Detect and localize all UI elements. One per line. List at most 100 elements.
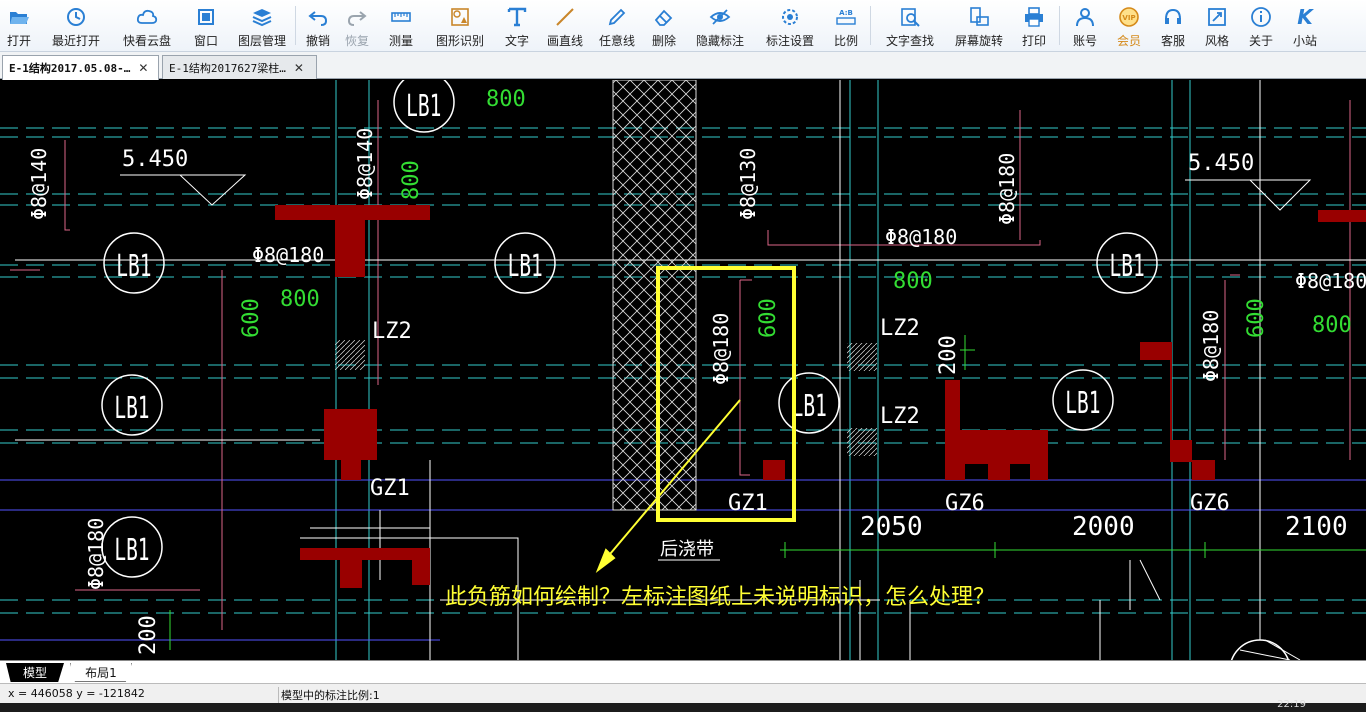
toolbar-button-label: 测量 (388, 34, 413, 48)
history-button[interactable]: 最近打开 (38, 0, 114, 51)
headset-button[interactable]: 客服 (1151, 0, 1195, 51)
document-tab-label: E-1结构2017.05.08-… (9, 62, 131, 75)
info-icon (1249, 5, 1273, 29)
toolbar-separator (870, 6, 871, 45)
site-k-button[interactable]: K 小站 (1283, 0, 1327, 51)
shape-recognize-button[interactable]: 图形识别 (425, 0, 495, 51)
screen-rotate-button[interactable]: 屏幕旋转 (946, 0, 1012, 51)
svg-text:Φ8@140: Φ8@140 (27, 148, 51, 220)
layers-icon (250, 5, 274, 29)
close-icon[interactable]: ✕ (138, 61, 148, 75)
svg-text:800: 800 (893, 269, 933, 294)
post-pour-band (612, 80, 697, 511)
folder-open-button[interactable]: 打开 (0, 0, 38, 51)
toolbar-button-label: 图形识别 (435, 34, 484, 48)
svg-text:LZ2: LZ2 (880, 404, 920, 429)
svg-text:800: 800 (1312, 313, 1352, 338)
svg-text:LB1: LB1 (792, 389, 827, 423)
svg-text:5.450: 5.450 (122, 147, 188, 172)
line-button[interactable]: 画直线 (539, 0, 591, 51)
main-toolbar: 打开 最近打开 快看云盘 窗口 图层管理 撤销 恢复 测量 图形识别 文字 画直线 任意线 删除 隐藏标注… (0, 0, 1366, 52)
line-icon (553, 5, 577, 29)
layout-tab-bar: 模型 布局1 (0, 660, 1366, 683)
toolbar-button-label: 画直线 (546, 34, 583, 48)
layers-button[interactable]: 图层管理 (232, 0, 292, 51)
toolbar-button-label: 撤销 (305, 34, 330, 48)
history-icon (64, 5, 88, 29)
eye-hide-icon (708, 5, 732, 29)
printer-button[interactable]: 打印 (1012, 0, 1056, 51)
tab-model[interactable]: 模型 (6, 663, 64, 682)
toolbar-button-label: 任意线 (598, 34, 635, 48)
folder-open-icon (7, 5, 31, 29)
status-bar: x = 446058 y = -121842 模型中的标注比例:1 (0, 683, 1366, 703)
toolbar-button-label: 最近打开 (51, 34, 100, 48)
svg-text:LB1: LB1 (114, 391, 149, 425)
eraser-button[interactable]: 删除 (643, 0, 685, 51)
document-tab[interactable]: E-1结构2017627梁柱… ✕ (162, 55, 317, 79)
svg-text:Φ8@180: Φ8@180 (885, 225, 957, 249)
vip-button[interactable]: VIP 会员 (1107, 0, 1151, 51)
toolbar-button-label: 客服 (1160, 34, 1185, 48)
redo-button[interactable]: 恢复 (337, 0, 377, 51)
undo-button[interactable]: 撤销 (299, 0, 337, 51)
svg-text:GZ6: GZ6 (945, 491, 985, 516)
style-button[interactable]: 风格 (1195, 0, 1239, 51)
svg-text:A:B: A:B (839, 9, 853, 17)
text-icon (505, 5, 529, 29)
svg-text:LB1: LB1 (406, 89, 441, 123)
undo-icon (306, 5, 330, 29)
scale-icon: A:B (834, 5, 858, 29)
toolbar-button-label: 恢复 (344, 34, 369, 48)
user-icon (1073, 5, 1097, 29)
svg-text:LB1: LB1 (116, 249, 151, 283)
document-tab-active[interactable]: E-1结构2017.05.08-… ✕ (2, 55, 159, 80)
cloud-icon (135, 5, 159, 29)
drawing-canvas[interactable]: LB1 LB1 LB1 LB1 LB1 LB1 LB1 LB1 5.450 5.… (0, 80, 1366, 660)
svg-text:后浇带: 后浇带 (660, 539, 714, 560)
toolbar-button-label: 打印 (1021, 34, 1046, 48)
toolbar-button-label: 风格 (1204, 34, 1229, 48)
tab-layout1[interactable]: 布局1 (70, 663, 132, 682)
svg-text:Φ8@180: Φ8@180 (1199, 310, 1223, 382)
svg-text:600: 600 (756, 298, 781, 338)
scale-button[interactable]: A:B 比例 (825, 0, 867, 51)
toolbar-separator (1059, 6, 1060, 45)
info-button[interactable]: 关于 (1239, 0, 1283, 51)
screen-rotate-icon (967, 5, 991, 29)
eye-hide-button[interactable]: 隐藏标注 (685, 0, 755, 51)
ruler-button[interactable]: 测量 (377, 0, 425, 51)
hatch-block (847, 343, 877, 371)
svg-text:Φ8@180: Φ8@180 (709, 313, 733, 385)
window-button[interactable]: 窗口 (180, 0, 232, 51)
toolbar-button-label: 标注设置 (765, 34, 814, 48)
close-icon[interactable]: ✕ (294, 61, 304, 75)
cloud-button[interactable]: 快看云盘 (114, 0, 180, 51)
svg-text:LB1: LB1 (1065, 386, 1100, 420)
toolbar-button-label: 屏幕旋转 (954, 34, 1003, 48)
svg-text:5.450: 5.450 (1188, 151, 1254, 176)
pen-button[interactable]: 任意线 (591, 0, 643, 51)
svg-text:2050: 2050 (860, 512, 923, 542)
svg-text:800: 800 (280, 287, 320, 312)
svg-text:LZ2: LZ2 (880, 316, 920, 341)
annotation-settings-button[interactable]: 标注设置 (755, 0, 825, 51)
svg-text:GZ6: GZ6 (1190, 491, 1230, 516)
text-search-icon (898, 5, 922, 29)
redo-icon (345, 5, 369, 29)
toolbar-button-label: 比例 (833, 34, 858, 48)
pen-icon (605, 5, 629, 29)
text-search-button[interactable]: 文字查找 (874, 0, 946, 51)
toolbar-button-label: 会员 (1116, 34, 1141, 48)
toolbar-button-label: 快看云盘 (122, 34, 171, 48)
user-button[interactable]: 账号 (1063, 0, 1107, 51)
toolbar-button-label: 账号 (1072, 34, 1097, 48)
svg-text:VIP: VIP (1122, 14, 1135, 22)
document-tab-bar: E-1结构2017.05.08-… ✕ E-1结构2017627梁柱… ✕ (0, 52, 1366, 80)
toolbar-group: 打开 最近打开 快看云盘 窗口 图层管理 (0, 0, 292, 51)
svg-text:LZ2: LZ2 (372, 319, 412, 344)
svg-text:200: 200 (936, 335, 961, 375)
svg-text:Φ8@180: Φ8@180 (84, 518, 108, 590)
text-button[interactable]: 文字 (495, 0, 539, 51)
annotation-scale: 模型中的标注比例:1 (278, 687, 380, 703)
